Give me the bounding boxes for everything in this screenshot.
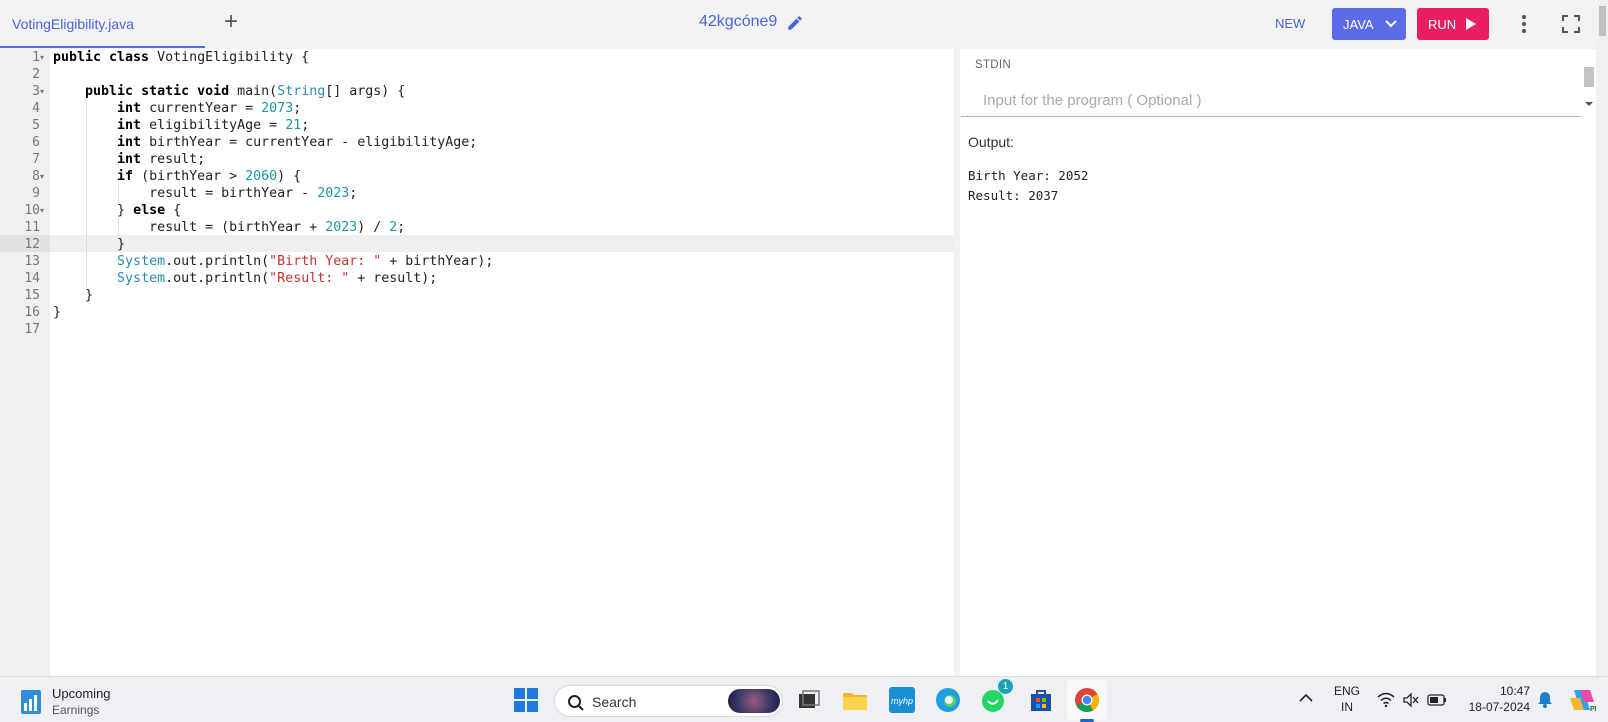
code-line: int birthYear = currentYear - eligibilit… [117,135,478,150]
line-number: 16 [24,305,40,320]
line-number: 12 [24,237,40,252]
line-number: 10 [24,203,40,218]
code-line: public class VotingEligibility { [53,50,310,65]
line-number: 3 [32,84,40,99]
language-label: JAVA [1343,17,1374,32]
edge-browser-icon[interactable] [934,686,962,714]
chevron-down-icon [1385,20,1397,28]
code-line: } [53,288,94,303]
wifi-icon[interactable] [1377,692,1395,708]
line-number: 4 [32,101,40,116]
output-label: Output: [968,134,1014,150]
fold-arrow-icon[interactable]: ▾ [40,202,50,219]
date: 18-07-2024 [1468,700,1530,714]
code-line: int eligibilityAge = 21; [117,118,310,133]
widget-subtitle: Earnings [52,703,100,717]
new-button[interactable]: NEW [1275,16,1305,31]
battery-icon[interactable] [1427,694,1447,706]
myhp-icon[interactable]: myhp [888,686,916,714]
windows-taskbar: Upcoming Earnings Search myhp 1 ENG IN 1… [0,676,1608,722]
volume-muted-icon[interactable] [1402,692,1420,708]
input-language[interactable]: ENG IN [1332,683,1362,715]
line-number: 17 [24,322,40,337]
code-line: System.out.println("Birth Year: " + birt… [117,254,494,269]
widget-title: Upcoming [52,686,111,701]
windows-start-icon[interactable] [512,686,540,714]
language-code: ENG [1333,684,1360,698]
code-line: result = birthYear - 2023; [53,186,358,201]
io-panel: STDIN Output: Birth Year: 2052 Result: 2… [960,49,1596,676]
region-code: IN [1341,700,1353,714]
line-number: 6 [32,135,40,150]
line-number: 7 [32,152,40,167]
search-label: Search [592,694,637,710]
fullscreen-icon[interactable] [1562,15,1580,33]
run-button[interactable]: RUN [1417,8,1489,40]
stdin-scrollbar[interactable] [1581,59,1596,115]
line-number: 13 [24,254,40,269]
run-label: RUN [1428,17,1457,32]
code-line: System.out.println("Result: " + result); [117,271,438,286]
stdin-input[interactable] [961,85,1581,117]
code-line: } [53,305,62,320]
line-number: 5 [32,118,40,133]
svg-text:myhp: myhp [891,696,913,706]
code-line: } else { [53,203,182,218]
copilot-icon[interactable]: PRE [1568,686,1596,714]
fold-arrow-icon[interactable]: ▾ [40,168,50,185]
online-ide-app: VotingEligibility.java + 42kgcóne9 NEW J… [0,0,1608,676]
clock[interactable]: 10:47 18-07-2024 [1458,683,1530,715]
add-file-icon[interactable]: + [218,10,244,36]
search-highlight-image [728,689,780,713]
line-number: 8 [32,169,40,184]
stdin-label: STDIN [975,59,1011,71]
code-editor[interactable]: 1 2 3 4 5 6 7 8 9 10 11 12 13 14 15 16 1… [0,49,954,676]
chrome-icon[interactable] [1073,686,1101,714]
file-tab[interactable]: VotingEligibility.java [0,0,205,48]
line-number: 11 [24,220,40,235]
language-select-button[interactable]: JAVA [1332,8,1406,40]
code-line: } [53,237,126,252]
line-number-gutter: 1 2 3 4 5 6 7 8 9 10 11 12 13 14 15 16 1… [0,49,50,676]
scrollbar-thumb[interactable] [1599,6,1606,36]
widgets-button[interactable]: Upcoming Earnings [18,686,128,718]
top-bar: VotingEligibility.java + 42kgcóne9 NEW J… [0,0,1596,48]
code-line: int currentYear = 2073; [117,101,302,116]
notification-bell-icon[interactable] [1537,690,1553,708]
chevron-up-icon[interactable] [1299,693,1313,703]
line-number: 9 [32,186,40,201]
line-number: 1 [32,50,40,65]
stocks-widget-icon [21,690,41,714]
line-number: 2 [32,67,40,82]
code-line: int result; [117,152,206,167]
page-scrollbar[interactable] [1597,0,1608,676]
microsoft-store-icon[interactable] [1027,686,1055,714]
active-line-highlight [50,235,954,252]
line-number: 14 [24,271,40,286]
task-view-icon[interactable] [795,686,823,714]
more-options-icon[interactable] [1516,13,1532,35]
code-line: if (birthYear > 2060) { [117,169,302,184]
fold-arrow-icon[interactable]: ▾ [40,49,50,66]
notification-badge: 1 [998,679,1013,694]
time: 10:47 [1499,684,1530,698]
code-line: public static void main(String[] args) { [85,84,406,99]
line-number: 15 [24,288,40,303]
taskbar-search[interactable]: Search [554,685,783,717]
edit-pencil-icon[interactable] [786,14,804,32]
program-output: Birth Year: 2052 Result: 2037 [968,168,1089,203]
play-icon [1466,18,1476,30]
search-icon [568,695,584,711]
project-name[interactable]: 42kgcóne9 [699,13,777,31]
file-explorer-icon[interactable] [841,686,869,714]
fold-arrow-icon[interactable]: ▾ [40,83,50,100]
svg-text:PRE: PRE [1590,706,1596,713]
code-line: result = (birthYear + 2023) / 2; [53,220,406,235]
